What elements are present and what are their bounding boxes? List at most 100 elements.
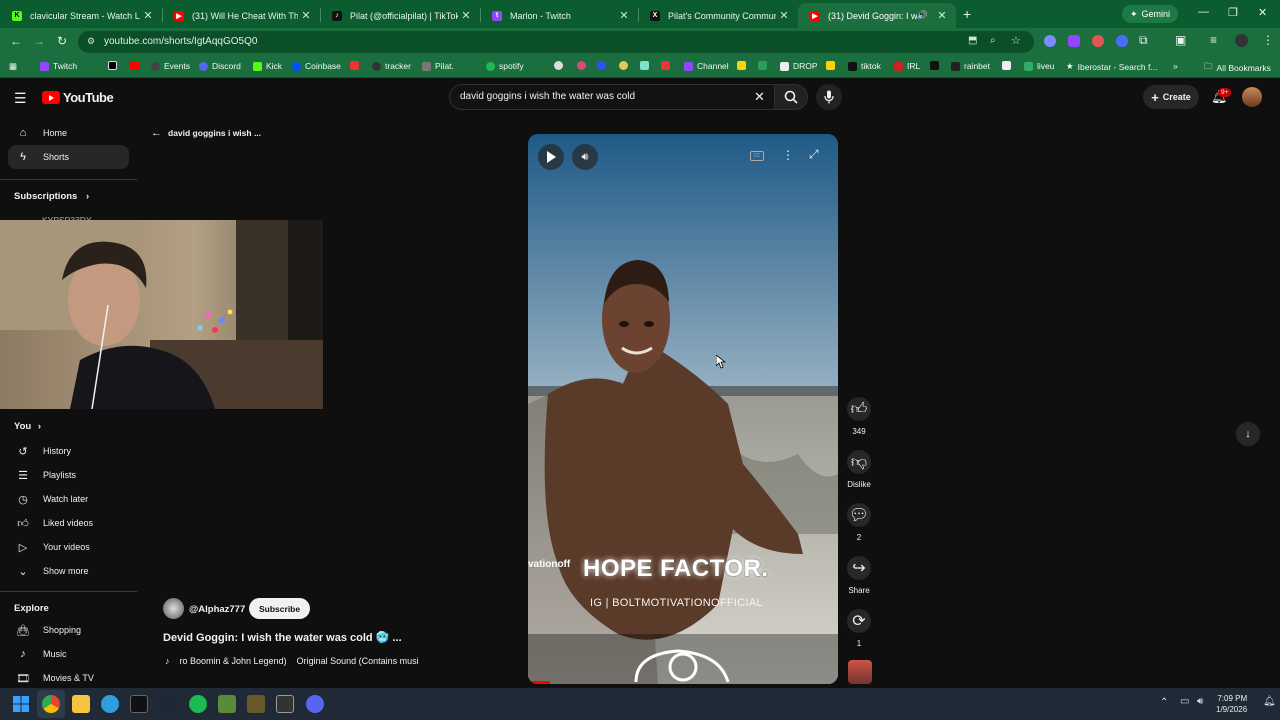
media-icon[interactable]: ≡	[1210, 33, 1217, 47]
bookmark-irl[interactable]: IRL	[894, 61, 920, 71]
sidebar-item-liked-videos[interactable]: 👍︎ Liked videos	[8, 511, 129, 535]
account-avatar[interactable]	[1242, 87, 1262, 107]
bookmark-events[interactable]: Events	[151, 61, 190, 71]
bookmark-discord[interactable]: Discord	[199, 61, 241, 71]
tab-twitch[interactable]: t Marlon - Twitch ✕	[480, 3, 638, 28]
close-tab-icon[interactable]: ✕	[458, 9, 474, 22]
more-options-icon[interactable]: ⋮	[782, 148, 794, 162]
bookmark-tracker[interactable]: tracker	[372, 61, 411, 71]
channel-avatar[interactable]	[163, 598, 184, 619]
remix-button[interactable]: ⟳ 1	[847, 609, 871, 648]
sidebar-item-your-videos[interactable]: ▷ Your videos	[8, 535, 129, 559]
sidebar-item-shopping[interactable]: 👜︎ Shopping	[8, 618, 129, 642]
bookmark-channel[interactable]: Channel	[684, 61, 729, 71]
like-button[interactable]: 👍︎ 349	[847, 397, 871, 436]
clock[interactable]: 7:09 PM 1/9/2026	[1216, 693, 1247, 715]
new-tab-icon[interactable]: +	[963, 6, 971, 22]
spotify-icon[interactable]	[189, 695, 207, 713]
dislike-button[interactable]: 👎︎ Dislike	[847, 450, 871, 489]
subscriptions-heading[interactable]: Subscriptions ›	[14, 191, 89, 202]
bookmark-ext-3[interactable]	[597, 61, 606, 70]
close-tab-icon[interactable]: ✕	[616, 9, 632, 22]
captions-icon[interactable]: CC	[750, 151, 764, 161]
create-button[interactable]: + Create	[1143, 85, 1199, 109]
sidebar-item-home[interactable]: ⌂ Home	[8, 121, 129, 145]
bookmark-red[interactable]	[350, 61, 359, 70]
hamburger-menu-icon[interactable]: ☰	[14, 90, 27, 107]
tab-youtube-1[interactable]: ▶ (31) Will He Cheat With The Gi ✕	[162, 3, 320, 28]
discord-icon[interactable]	[306, 695, 324, 713]
share-button[interactable]: ↪ Share	[847, 556, 871, 595]
keyboard-app-icon[interactable]	[276, 695, 294, 713]
windows-start-icon[interactable]	[13, 696, 29, 712]
network-icon[interactable]: ▭	[1180, 696, 1189, 707]
reload-icon[interactable]: ↻	[57, 34, 67, 48]
more-bookmarks-icon[interactable]: »	[1173, 61, 1178, 71]
sidebar-item-history[interactable]: ↺ History	[8, 439, 129, 463]
bookmark-youtube[interactable]	[130, 61, 139, 70]
menu-kebab-icon[interactable]: ⋮	[1262, 33, 1274, 47]
bookmark-ext-6[interactable]	[661, 61, 670, 70]
bookmark-ext-8[interactable]	[758, 61, 767, 70]
apps-icon[interactable]: ▦	[9, 61, 17, 72]
steam-icon[interactable]	[159, 695, 177, 713]
bookmark-tiktok[interactable]: tiktok	[848, 61, 881, 71]
minecraft-icon[interactable]	[218, 695, 236, 713]
file-explorer-icon[interactable]	[72, 695, 90, 713]
sidebar-item-music[interactable]: ♪ Music	[8, 642, 129, 666]
sidebar-item-shorts[interactable]: ϟ Shorts	[8, 145, 129, 169]
sound-info[interactable]: ♪ ro Boomin & John Legend) Original Soun…	[165, 656, 419, 666]
forward-icon[interactable]: →	[33, 34, 45, 48]
short-video-player[interactable]: vationoff HOPE FACTOR. IG | BOLTMOTIVATI…	[528, 134, 838, 684]
install-icon[interactable]: ⬒	[968, 35, 977, 46]
bookmark-liveu[interactable]: liveu	[1024, 61, 1054, 71]
zoom-icon[interactable]: ⌕	[990, 35, 996, 46]
notification-center-icon[interactable]: 🔔︎	[1263, 696, 1276, 707]
bookmark-coinbase[interactable]: Coinbase	[292, 61, 341, 71]
subscribe-button[interactable]: Subscribe	[249, 598, 311, 619]
close-tab-icon[interactable]: ✕	[934, 9, 950, 22]
extensions-puzzle-icon[interactable]: ⧉	[1139, 33, 1148, 48]
next-short-button[interactable]: ↓	[1236, 422, 1260, 446]
sidepanel-icon[interactable]: ▣	[1175, 33, 1186, 47]
youtube-logo[interactable]: YouTube	[42, 90, 114, 105]
bookmark-ext-1[interactable]	[554, 61, 563, 70]
tab-youtube-active[interactable]: ▶ (31) Devid Goggin: I wish th 🔊 ✕	[798, 3, 956, 28]
tab-kick-stream[interactable]: K clavicular Stream - Watch Live o ✕	[0, 3, 162, 28]
extension-icon[interactable]	[1068, 35, 1080, 47]
bookmark-kick[interactable]: Kick	[253, 61, 282, 71]
bookmark-star-icon[interactable]: ☆	[1011, 34, 1021, 47]
edge-icon[interactable]	[101, 695, 119, 713]
sound-thumbnail[interactable]	[848, 660, 872, 684]
bookmark-drop[interactable]: DROP	[780, 61, 818, 71]
sidebar-item-playlists[interactable]: ☰ Playlists	[8, 463, 129, 487]
app-icon[interactable]	[247, 695, 265, 713]
search-input[interactable]	[460, 91, 740, 102]
play-button[interactable]	[538, 144, 564, 170]
sidebar-item-movies-tv[interactable]: 🎞︎ Movies & TV	[8, 666, 129, 690]
extension-icon[interactable]	[1092, 35, 1104, 47]
extension-icon[interactable]	[1044, 35, 1056, 47]
clear-search-icon[interactable]: ✕	[754, 89, 765, 105]
fullscreen-icon[interactable]: ⤢	[809, 147, 819, 162]
speaker-icon[interactable]: 🔊	[917, 10, 928, 21]
you-heading[interactable]: You ›	[14, 421, 41, 432]
tray-overflow-icon[interactable]: ⌃	[1160, 697, 1168, 708]
bookmark-x[interactable]	[108, 61, 117, 70]
sidebar-item-show-more[interactable]: ⌄ Show more	[8, 559, 129, 583]
all-bookmarks[interactable]: 🗀 All Bookmarks	[1204, 61, 1271, 75]
chrome-icon[interactable]	[42, 695, 60, 713]
bookmark-ext-5[interactable]	[640, 61, 649, 70]
gemini-button[interactable]: ✦ Gemini	[1122, 5, 1178, 23]
close-tab-icon[interactable]: ✕	[298, 9, 314, 22]
epic-games-icon[interactable]	[130, 695, 148, 713]
profile-icon[interactable]	[1235, 34, 1248, 47]
bookmark-ext-2[interactable]	[577, 61, 586, 70]
close-window-icon[interactable]: ✕	[1258, 6, 1267, 19]
volume-button[interactable]: 🔊︎	[572, 144, 598, 170]
site-info-icon[interactable]: ⚙	[87, 36, 95, 47]
bookmark-twitch[interactable]: Twitch	[40, 61, 77, 71]
volume-tray-icon[interactable]: 🔊︎	[1197, 696, 1203, 707]
back-to-search-link[interactable]: ← david goggins i wish ...	[151, 127, 261, 139]
tab-x-community[interactable]: X Pilat's Community Community ✕	[638, 3, 798, 28]
